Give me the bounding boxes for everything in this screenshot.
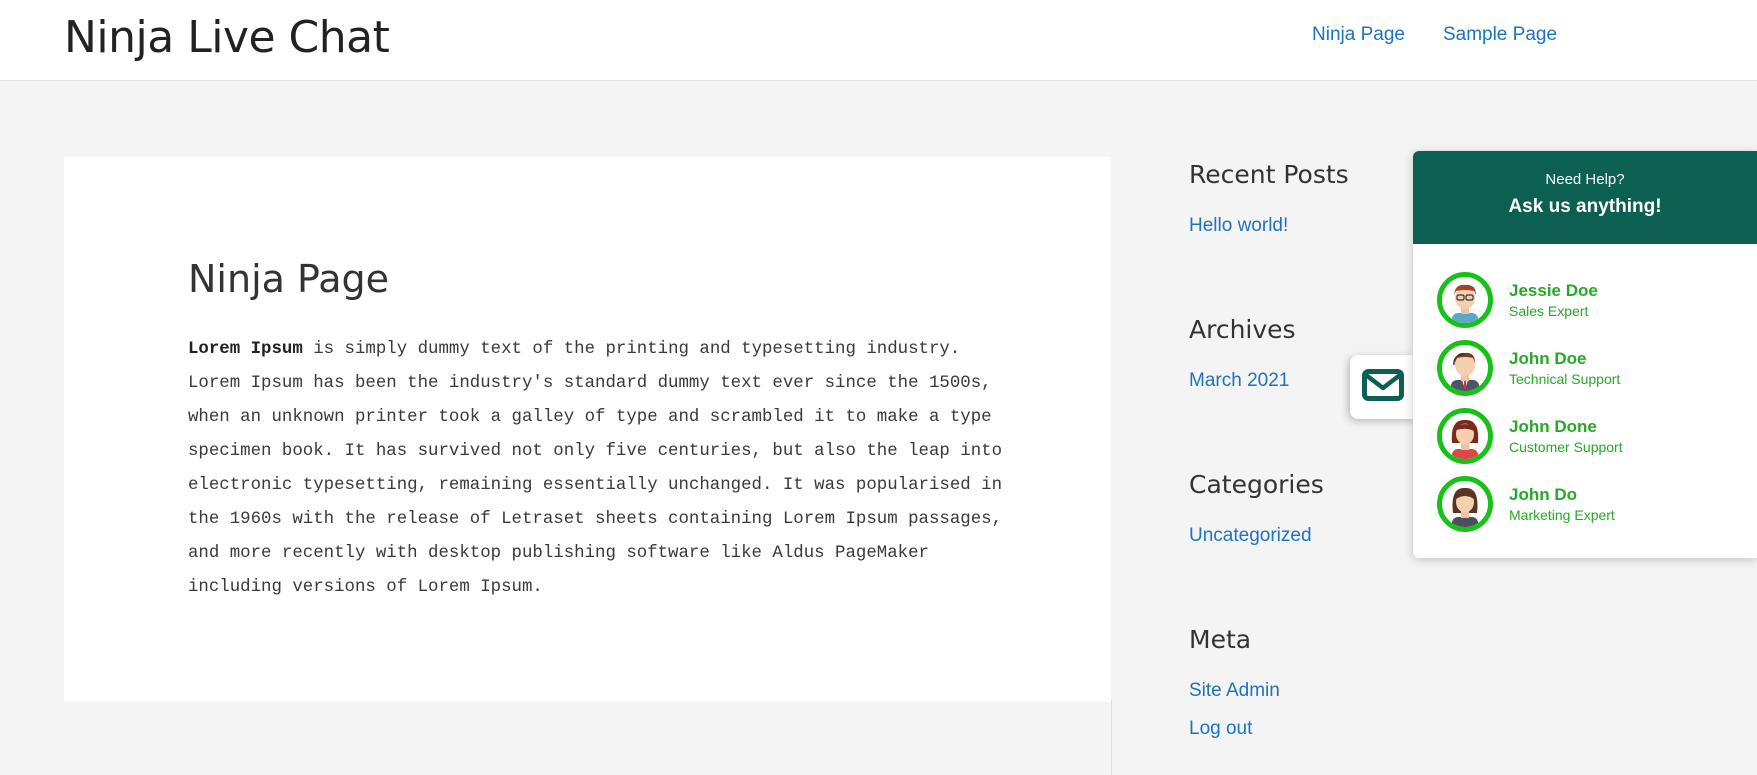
widget-title-categories: Categories <box>1189 470 1324 499</box>
agent-item[interactable]: Jessie Doe Sales Expert <box>1437 268 1598 332</box>
site-header: Ninja Live Chat Ninja Page Sample Page <box>0 0 1757 81</box>
content-divider <box>1111 700 1112 775</box>
main-nav: Ninja Page Sample Page <box>1312 24 1595 46</box>
recent-post-link[interactable]: Hello world! <box>1189 215 1349 237</box>
entry-bold-lead: Lorem Ipsum <box>188 340 303 359</box>
chat-header: Need Help? Ask us anything! <box>1413 151 1757 244</box>
chat-ask-anything: Ask us anything! <box>1508 196 1662 217</box>
nav-ninja-page[interactable]: Ninja Page <box>1312 24 1405 46</box>
agent-name: John Doe <box>1509 349 1587 368</box>
envelope-icon <box>1362 368 1404 406</box>
agent-name: John Done <box>1509 417 1597 436</box>
widget-archives: Archives March 2021 <box>1189 315 1296 392</box>
widget-meta: Meta Site Admin Log out <box>1189 625 1280 740</box>
widget-title-meta: Meta <box>1189 625 1252 654</box>
agent-role: Marketing Expert <box>1509 507 1615 523</box>
avatar <box>1437 272 1493 328</box>
avatar <box>1437 476 1493 532</box>
entry-body-text: is simply dummy text of the printing and… <box>188 340 1003 597</box>
meta-site-admin-link[interactable]: Site Admin <box>1189 680 1280 702</box>
agent-name: John Do <box>1509 485 1577 504</box>
entry-body: Lorem Ipsum is simply dummy text of the … <box>188 333 1008 605</box>
category-link[interactable]: Uncategorized <box>1189 525 1324 547</box>
widget-recent-posts: Recent Posts Hello world! <box>1189 160 1349 237</box>
agent-item[interactable]: John Do Marketing Expert <box>1437 472 1615 536</box>
agent-role: Technical Support <box>1509 371 1621 387</box>
meta-log-out-link[interactable]: Log out <box>1189 718 1280 740</box>
nav-sample-page[interactable]: Sample Page <box>1443 24 1557 46</box>
agent-role: Sales Expert <box>1509 303 1589 319</box>
page-title: Ninja Page <box>188 257 389 301</box>
chat-panel: Need Help? Ask us anything! Jessie Doe S… <box>1413 151 1757 558</box>
content-card: Ninja Page Lorem Ipsum is simply dummy t… <box>64 157 1111 702</box>
avatar <box>1437 340 1493 396</box>
agent-item[interactable]: John Done Customer Support <box>1437 404 1623 468</box>
widget-categories: Categories Uncategorized <box>1189 470 1324 547</box>
site-title[interactable]: Ninja Live Chat <box>64 12 390 63</box>
agent-role: Customer Support <box>1509 439 1623 455</box>
agent-item[interactable]: John Doe Technical Support <box>1437 336 1620 400</box>
chat-need-help: Need Help? <box>1545 171 1625 188</box>
avatar <box>1437 408 1493 464</box>
widget-title-archives: Archives <box>1189 315 1296 344</box>
chat-toggle-button[interactable] <box>1350 355 1416 419</box>
archive-link[interactable]: March 2021 <box>1189 370 1296 392</box>
agent-name: Jessie Doe <box>1509 281 1598 300</box>
widget-title-recent-posts: Recent Posts <box>1189 160 1349 189</box>
